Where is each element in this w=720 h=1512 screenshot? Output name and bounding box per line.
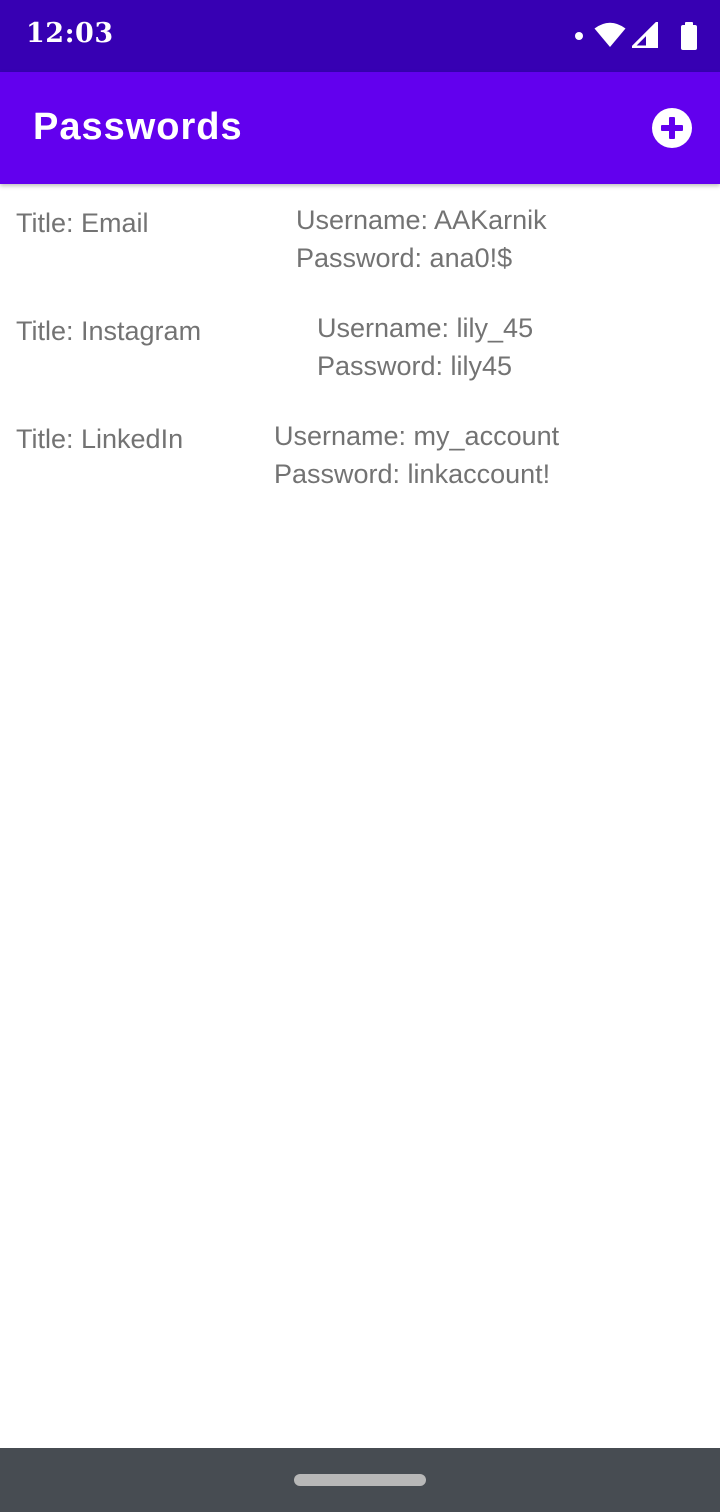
entry-title: Title: LinkedIn bbox=[16, 424, 184, 454]
add-circle-icon bbox=[652, 108, 692, 148]
battery-icon bbox=[681, 22, 697, 50]
list-item[interactable]: Title: Email Username: AAKarnik Password… bbox=[0, 184, 720, 292]
add-password-button[interactable] bbox=[652, 108, 692, 148]
app-bar: Passwords bbox=[0, 72, 720, 184]
status-bar: 12:03 bbox=[0, 0, 720, 72]
wifi-icon bbox=[594, 22, 626, 47]
screen: 12:03 Passwords Title: Email Username: A… bbox=[0, 0, 720, 1512]
cell-signal-icon bbox=[632, 22, 658, 48]
page-title: Passwords bbox=[33, 106, 243, 148]
home-gesture-handle[interactable] bbox=[294, 1474, 426, 1486]
entry-credentials: Username: AAKarnik Password: ana0!$ bbox=[296, 201, 547, 277]
entry-title: Title: Email bbox=[16, 208, 149, 238]
entry-username: Username: lily_45 bbox=[317, 313, 534, 343]
password-list: Title: Email Username: AAKarnik Password… bbox=[0, 184, 720, 508]
list-item[interactable]: Title: LinkedIn Username: my_account Pas… bbox=[0, 400, 720, 508]
list-item[interactable]: Title: Instagram Username: lily_45 Passw… bbox=[0, 292, 720, 400]
entry-credentials: Username: lily_45 Password: lily45 bbox=[317, 309, 533, 385]
entry-password: Password: ana0!$ bbox=[296, 243, 513, 273]
entry-username: Username: AAKarnik bbox=[296, 205, 547, 235]
entry-credentials: Username: my_account Password: linkaccou… bbox=[274, 417, 559, 493]
status-time: 12:03 bbox=[26, 18, 114, 49]
entry-password: Password: linkaccount! bbox=[274, 459, 551, 489]
entry-title: Title: Instagram bbox=[16, 316, 202, 346]
notification-dot-icon bbox=[575, 32, 583, 40]
navigation-bar bbox=[0, 1448, 720, 1512]
entry-username: Username: my_account bbox=[274, 421, 560, 451]
entry-password: Password: lily45 bbox=[317, 351, 513, 381]
